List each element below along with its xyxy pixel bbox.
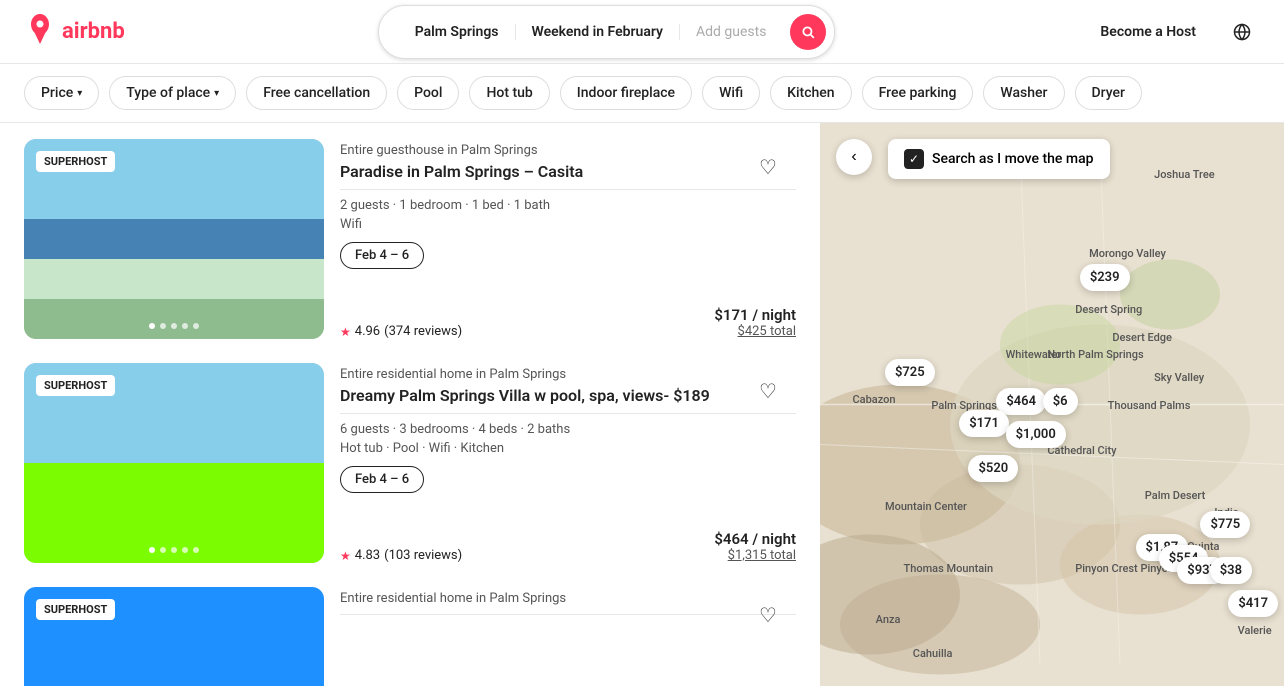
listing-info: ♡ Entire guesthouse in Palm Springs Para… bbox=[340, 139, 796, 339]
listing-title: Paradise in Palm Springs – Casita bbox=[340, 162, 796, 181]
listing-total: $425 total bbox=[714, 324, 796, 339]
wishlist-button[interactable]: ♡ bbox=[752, 375, 784, 407]
listing-divider bbox=[340, 413, 796, 414]
map-price-marker[interactable]: $38 bbox=[1210, 557, 1252, 584]
image-dot bbox=[171, 547, 177, 553]
map-price-marker[interactable]: $464 bbox=[996, 388, 1046, 415]
superhost-badge: SUPERHOST bbox=[36, 375, 115, 396]
map-price-marker[interactable]: $6 bbox=[1043, 388, 1078, 415]
listing-dates: Feb 4 – 6 bbox=[340, 242, 424, 269]
image-dots bbox=[149, 323, 199, 329]
filter-price[interactable]: Price ▾ bbox=[24, 76, 99, 110]
search-as-move-toggle[interactable]: ✓ Search as I move the map bbox=[888, 139, 1110, 179]
listing-rating: ★ 4.96 (374 reviews) bbox=[340, 324, 462, 339]
image-dot bbox=[160, 323, 166, 329]
filter-type_of_place[interactable]: Type of place ▾ bbox=[109, 76, 236, 110]
image-dot bbox=[160, 547, 166, 553]
map-price-marker[interactable]: $417 bbox=[1228, 590, 1278, 617]
listing-total: $1,315 total bbox=[714, 548, 796, 563]
listing-card: SUPERHOST ♡ Entire residential home in P… bbox=[24, 363, 796, 563]
logo-text: airbnb bbox=[62, 19, 125, 44]
image-dot bbox=[149, 323, 155, 329]
search-button[interactable] bbox=[790, 14, 826, 50]
listing-price: $171 / night bbox=[714, 306, 796, 324]
image-dot bbox=[149, 547, 155, 553]
filter-dryer[interactable]: Dryer bbox=[1075, 76, 1142, 110]
image-dot bbox=[193, 547, 199, 553]
search-as-move-checkbox: ✓ bbox=[904, 149, 924, 169]
header: airbnb Palm Springs Weekend in February … bbox=[0, 0, 1284, 64]
listing-divider bbox=[340, 189, 796, 190]
filter-kitchen[interactable]: Kitchen bbox=[770, 76, 851, 110]
become-host-link[interactable]: Become a Host bbox=[1088, 16, 1208, 48]
wishlist-button[interactable]: ♡ bbox=[752, 599, 784, 631]
listing-card: SUPERHOST ♡ Entire guesthouse in Palm Sp… bbox=[24, 139, 796, 339]
star-icon: ★ bbox=[340, 325, 351, 339]
filter-free_cancellation[interactable]: Free cancellation bbox=[246, 76, 387, 110]
filter-price-chevron: ▾ bbox=[77, 88, 82, 99]
rating-value: 4.96 bbox=[355, 324, 380, 339]
listing-info: ♡ Entire residential home in Palm Spring… bbox=[340, 363, 796, 563]
map-price-marker[interactable]: $725 bbox=[885, 359, 935, 386]
image-dot bbox=[171, 323, 177, 329]
listing-image-3[interactable]: SUPERHOST bbox=[24, 587, 324, 686]
map-panel: Joshua TreeMorongo ValleyDesert SpringWh… bbox=[820, 123, 1284, 686]
location-search[interactable]: Palm Springs bbox=[399, 24, 516, 40]
map-price-marker[interactable]: $171 bbox=[959, 410, 1009, 437]
filter-pool[interactable]: Pool bbox=[397, 76, 459, 110]
listing-bottom: $464 / night $1,315 total bbox=[714, 530, 796, 563]
header-right: Become a Host bbox=[1088, 14, 1260, 50]
map-price-marker[interactable]: $520 bbox=[968, 455, 1018, 482]
wishlist-button[interactable]: ♡ bbox=[752, 151, 784, 183]
listing-card: SUPERHOST ♡ Entire residential home in P… bbox=[24, 587, 796, 686]
filter-wifi[interactable]: Wifi bbox=[702, 76, 760, 110]
filter-free_parking[interactable]: Free parking bbox=[862, 76, 974, 110]
listing-title: Dreamy Palm Springs Villa w pool, spa, v… bbox=[340, 386, 796, 405]
listing-price: $464 / night bbox=[714, 530, 796, 548]
filter-hot_tub[interactable]: Hot tub bbox=[469, 76, 549, 110]
filter-bar: Price ▾ Type of place ▾ Free cancellation P… bbox=[0, 64, 1284, 123]
main-content: SUPERHOST ♡ Entire guesthouse in Palm Sp… bbox=[0, 123, 1284, 686]
map-back-button[interactable]: ‹ bbox=[836, 139, 872, 175]
search-as-move-label: Search as I move the map bbox=[932, 151, 1094, 167]
listing-type: Entire guesthouse in Palm Springs bbox=[340, 143, 796, 158]
listing-amenities: Wifi bbox=[340, 217, 796, 232]
map-price-marker[interactable]: $239 bbox=[1080, 264, 1130, 291]
dates-search[interactable]: Weekend in February bbox=[516, 24, 681, 40]
map-price-marker[interactable]: $775 bbox=[1200, 511, 1250, 538]
filter-washer[interactable]: Washer bbox=[983, 76, 1064, 110]
filter-indoor_fireplace[interactable]: Indoor fireplace bbox=[560, 76, 692, 110]
rating-value: 4.83 bbox=[355, 548, 380, 563]
listing-image-2[interactable]: SUPERHOST bbox=[24, 363, 324, 563]
listing-details: 2 guests · 1 bedroom · 1 bed · 1 bath bbox=[340, 198, 796, 213]
listing-info: ♡ Entire residential home in Palm Spring… bbox=[340, 587, 796, 686]
language-button[interactable] bbox=[1224, 14, 1260, 50]
review-count: (103 reviews) bbox=[384, 548, 462, 563]
image-dot bbox=[193, 323, 199, 329]
guests-search[interactable]: Add guests bbox=[680, 24, 782, 40]
image-dots bbox=[149, 547, 199, 553]
listing-dates: Feb 4 – 6 bbox=[340, 466, 424, 493]
map-price-marker[interactable]: $1,000 bbox=[1006, 421, 1066, 448]
listing-divider bbox=[340, 614, 796, 615]
listing-bottom: $171 / night $425 total bbox=[714, 306, 796, 339]
logo[interactable]: airbnb bbox=[24, 13, 125, 51]
listing-rating: ★ 4.83 (103 reviews) bbox=[340, 548, 462, 563]
search-bar[interactable]: Palm Springs Weekend in February Add gue… bbox=[378, 5, 836, 59]
listing-details: 6 guests · 3 bedrooms · 4 beds · 2 baths bbox=[340, 422, 796, 437]
listing-type: Entire residential home in Palm Springs bbox=[340, 367, 796, 382]
listings-panel: SUPERHOST ♡ Entire guesthouse in Palm Sp… bbox=[0, 123, 820, 686]
airbnb-logo-icon bbox=[24, 13, 56, 51]
image-dot bbox=[182, 547, 188, 553]
superhost-badge: SUPERHOST bbox=[36, 151, 115, 172]
filter-type_of_place-chevron: ▾ bbox=[214, 88, 219, 99]
star-icon: ★ bbox=[340, 549, 351, 563]
superhost-badge: SUPERHOST bbox=[36, 599, 115, 620]
review-count: (374 reviews) bbox=[384, 324, 462, 339]
listing-type: Entire residential home in Palm Springs bbox=[340, 591, 796, 606]
image-dot bbox=[182, 323, 188, 329]
listing-amenities: Hot tub · Pool · Wifi · Kitchen bbox=[340, 441, 796, 456]
listing-image-1[interactable]: SUPERHOST bbox=[24, 139, 324, 339]
